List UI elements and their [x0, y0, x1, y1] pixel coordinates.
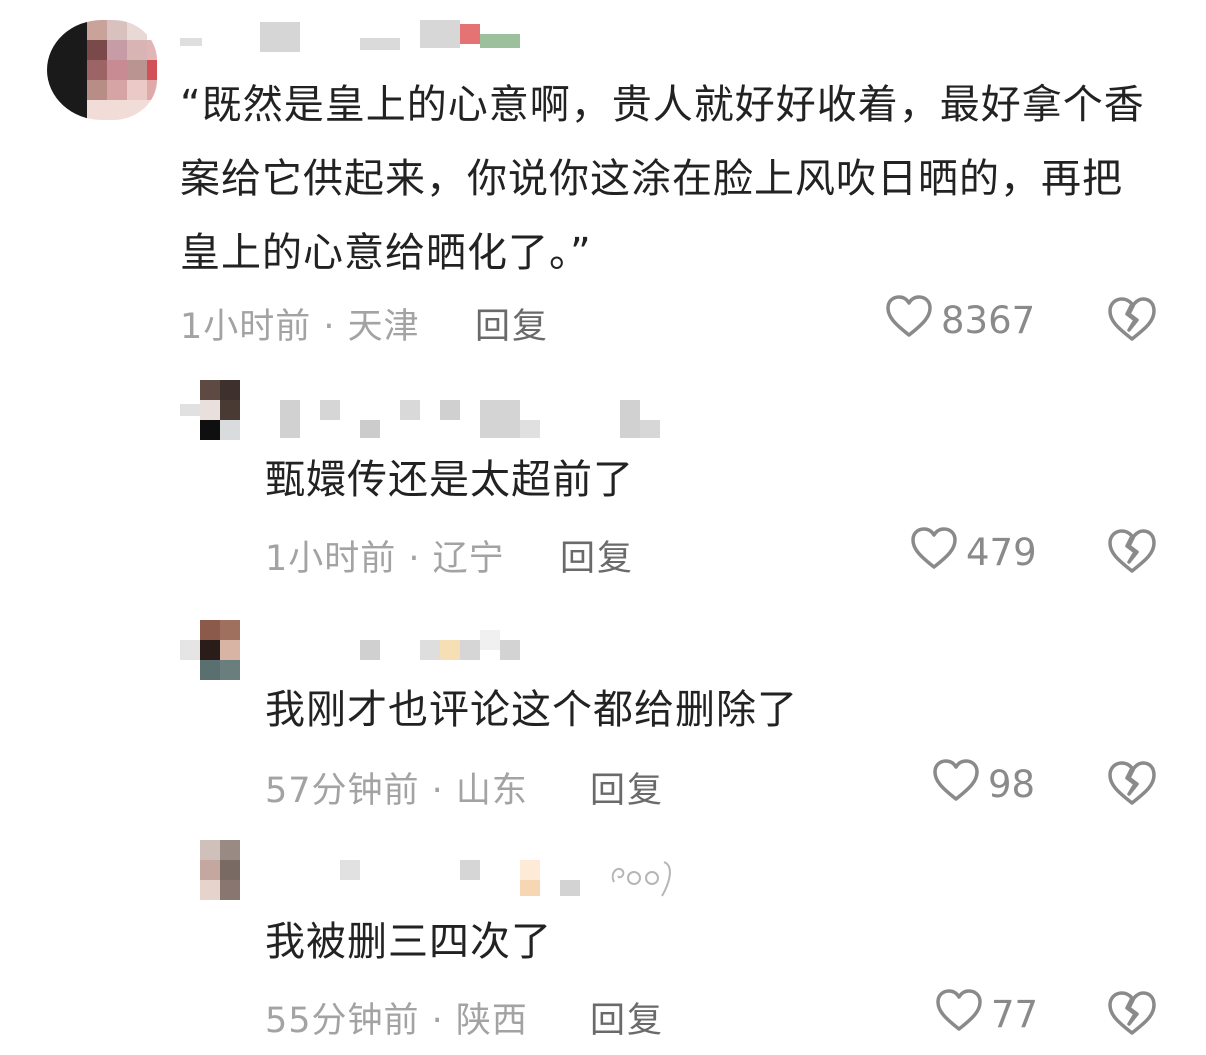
- like-button[interactable]: 77: [935, 988, 1038, 1041]
- reply-item: 我被删三四次了 55分钟前 · 陕西 回复 77: [0, 822, 1206, 1055]
- dislike-button[interactable]: [1107, 528, 1157, 574]
- comment-item: “既然是皇上的心意啊，贵人就好好收着，最好拿个香案给它供起来，你说你这涂在脸上风…: [0, 0, 1206, 360]
- reply-button[interactable]: 回复: [590, 992, 664, 1043]
- comment-text: “既然是皇上的心意啊，贵人就好好收着，最好拿个香案给它供起来，你说你这涂在脸上风…: [180, 82, 1145, 276]
- heart-outline-icon: [932, 758, 988, 811]
- reply-button[interactable]: 回复: [475, 298, 549, 349]
- comment-text: 我刚才也评论这个都给删除了: [265, 687, 798, 733]
- comment-meta: 1小时前 · 辽宁: [265, 539, 505, 579]
- like-button[interactable]: 479: [910, 526, 1037, 579]
- broken-heart-icon: [1107, 297, 1157, 346]
- heart-outline-icon: [935, 988, 991, 1041]
- heart-outline-icon: [910, 526, 966, 579]
- dislike-button[interactable]: [1107, 760, 1157, 806]
- comment-text: 甄嬛传还是太超前了: [265, 457, 634, 503]
- like-count: 479: [966, 531, 1037, 574]
- reply-item: 甄嬛传还是太超前了 1小时前 · 辽宁 回复 479: [0, 360, 1206, 590]
- comment-text: 我被删三四次了: [265, 919, 552, 965]
- dislike-button[interactable]: [1107, 296, 1157, 342]
- username-blurred[interactable]: [180, 400, 660, 440]
- comment-thread: “既然是皇上的心意啊，贵人就好好收着，最好拿个香案给它供起来，你说你这涂在脸上风…: [0, 0, 1206, 1055]
- like-button[interactable]: 98: [932, 758, 1035, 811]
- username-blurred[interactable]: [180, 630, 560, 670]
- comment-meta: 57分钟前 · 山东: [265, 771, 528, 811]
- avatar[interactable]: [47, 20, 157, 120]
- broken-heart-icon: [1107, 991, 1157, 1040]
- like-count: 8367: [941, 299, 1036, 342]
- broken-heart-icon: [1107, 761, 1157, 810]
- reply-button[interactable]: 回复: [560, 530, 634, 581]
- broken-heart-icon: [1107, 529, 1157, 578]
- like-count: 77: [991, 993, 1039, 1036]
- like-count: 98: [988, 763, 1036, 806]
- reply-button[interactable]: 回复: [590, 762, 664, 813]
- reply-item: 我刚才也评论这个都给删除了 57分钟前 · 山东 回复 98: [0, 590, 1206, 822]
- heart-outline-icon: [885, 294, 941, 347]
- comment-meta: 55分钟前 · 陕西: [265, 1001, 528, 1041]
- username-blurred[interactable]: [180, 852, 680, 897]
- comment-meta: 1小时前 · 天津: [180, 307, 420, 347]
- like-button[interactable]: 8367: [885, 294, 1035, 347]
- decorative-glyph: [611, 861, 671, 897]
- dislike-button[interactable]: [1107, 990, 1157, 1036]
- username-blurred[interactable]: [180, 20, 520, 60]
